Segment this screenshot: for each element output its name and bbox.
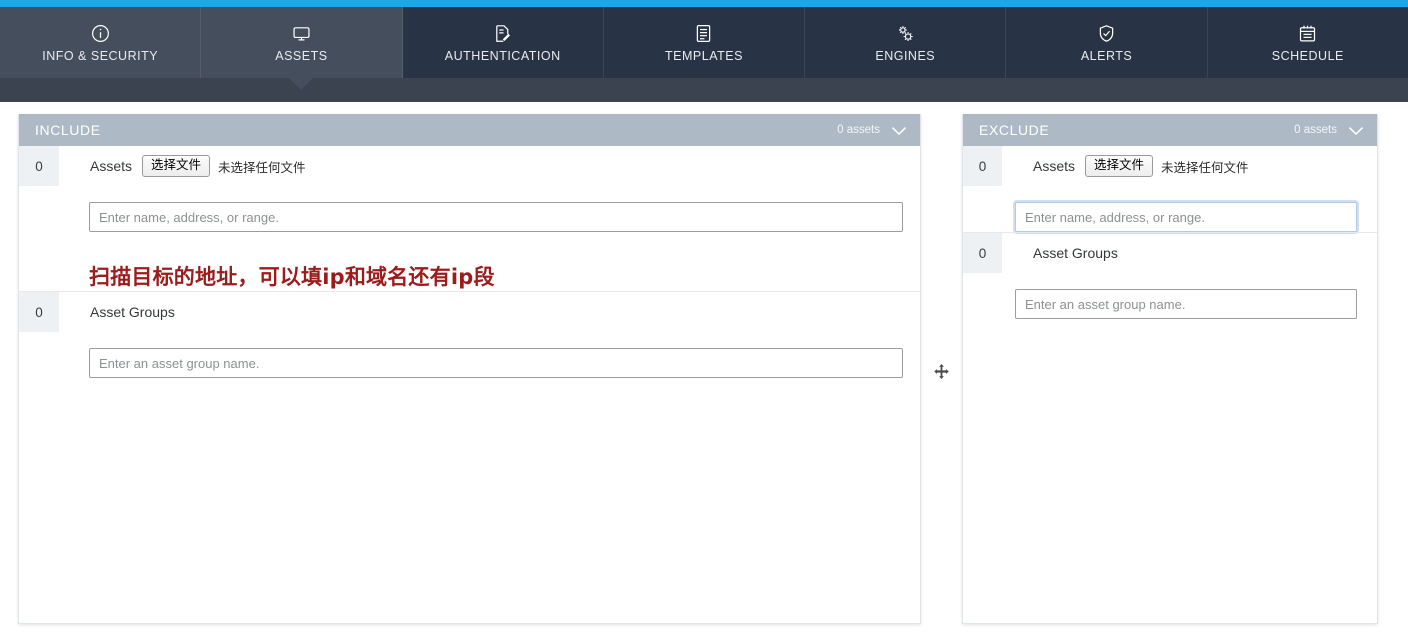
nav-tab-label: ENGINES [875,49,936,64]
include-asset-groups-count-badge: 0 [19,292,60,332]
exclude-choose-file-button[interactable]: 选择文件 [1085,154,1154,178]
nav-tab-authentication[interactable]: AUTHENTICATION [402,7,604,78]
include-assets-label: Assets [90,158,133,174]
include-asset-groups-head: 0 Asset Groups [19,292,920,332]
exclude-assets-body [963,186,1377,232]
nav-tab-assets[interactable]: ASSETS [201,7,403,90]
exclude-assets-label: Assets [1033,158,1076,174]
include-assets-section: 0 Assets 选择文件 未选择任何文件 扫描目标的地址，可以填ip和域名还有… [19,146,920,291]
nav-tab-label: TEMPLATES [665,49,743,64]
include-assets-input[interactable] [89,202,903,232]
include-panel: INCLUDE 0 assets 0 Assets 选择文件 未选择任何文件 E… [18,114,921,624]
monitor-icon [290,22,312,44]
info-circle-icon [89,22,111,44]
nav-tab-label: INFO & SECURITY [42,49,159,64]
nav-tab-label: SCHEDULE [1271,49,1344,64]
exclude-assets-file-input[interactable]: 选择文件 未选择任何文件 [1085,154,1249,178]
include-asset-groups-input[interactable] [89,348,903,378]
panels-container: INCLUDE 0 assets 0 Assets 选择文件 未选择任何文件 E… [18,114,1392,624]
nav-tab-engines[interactable]: ENGINES [805,7,1007,78]
nav-tab-templates[interactable]: TEMPLATES [603,7,806,78]
include-assets-file-input[interactable]: 选择文件 未选择任何文件 [142,154,306,178]
include-assets-head: 0 Assets 选择文件 未选择任何文件 [19,146,920,186]
nav-tab-alerts[interactable]: ALERTS [1006,7,1208,78]
nav-tab-label: AUTHENTICATION [444,49,561,64]
assets-step-content: INCLUDE 0 assets 0 Assets 选择文件 未选择任何文件 E… [0,102,1408,635]
nav-tab-label: ASSETS [275,49,328,64]
include-asset-groups-section: 0 Asset Groups [19,291,920,378]
exclude-panel-header[interactable]: EXCLUDE 0 assets [963,114,1377,146]
template-icon [693,22,715,44]
include-asset-groups-label: Asset Groups [90,304,175,320]
nav-tab-schedule[interactable]: SCHEDULE [1207,7,1408,78]
exclude-asset-count: 0 assets [1294,124,1337,136]
nav-tab-label: ALERTS [1080,49,1133,64]
include-file-status: 未选择任何文件 [218,160,306,175]
exclude-asset-groups-head: 0 Asset Groups [963,233,1377,273]
exclude-file-status: 未选择任何文件 [1161,160,1249,175]
nav-underbar [0,78,1408,102]
exclude-panel-title: EXCLUDE [979,122,1050,138]
include-panel-header[interactable]: INCLUDE 0 assets [19,114,920,146]
document-pen-icon [492,22,514,44]
exclude-panel: EXCLUDE 0 assets 0 Assets 选择文件 未选择任何文件 E… [962,114,1378,624]
top-accent-bar [0,0,1408,7]
include-assets-annotation: 扫描目标的地址，可以填ip和域名还有ip段 [89,265,495,289]
exclude-assets-head: 0 Assets 选择文件 未选择任何文件 [963,146,1377,186]
include-asset-count: 0 assets [837,124,880,136]
exclude-assets-section: 0 Assets 选择文件 未选择任何文件 [963,146,1377,232]
panel-divider [921,114,962,624]
include-assets-body: 扫描目标的地址，可以填ip和域名还有ip段 [19,186,920,291]
calendar-icon [1297,22,1319,44]
wizard-nav: INFO & SECURITY ASSETS AUTHENTICATION TE… [0,7,1408,90]
nav-tab-info-security[interactable]: INFO & SECURITY [0,7,202,78]
shield-check-icon [1096,22,1118,44]
exclude-asset-groups-input[interactable] [1015,289,1357,319]
chevron-down-icon[interactable] [1349,126,1363,135]
move-arrows-icon[interactable] [933,364,950,381]
exclude-asset-groups-body [963,273,1377,319]
include-asset-groups-body [19,332,920,378]
include-choose-file-button[interactable]: 选择文件 [142,154,211,178]
exclude-asset-groups-count-badge: 0 [963,233,1003,273]
exclude-assets-input[interactable] [1015,202,1357,232]
include-assets-count-badge: 0 [19,146,60,186]
chevron-down-icon[interactable] [892,126,906,135]
exclude-asset-groups-label: Asset Groups [1033,245,1118,261]
include-panel-title: INCLUDE [35,122,101,138]
exclude-assets-count-badge: 0 [963,146,1003,186]
exclude-asset-groups-section: 0 Asset Groups [963,232,1377,319]
gears-icon [894,22,916,44]
